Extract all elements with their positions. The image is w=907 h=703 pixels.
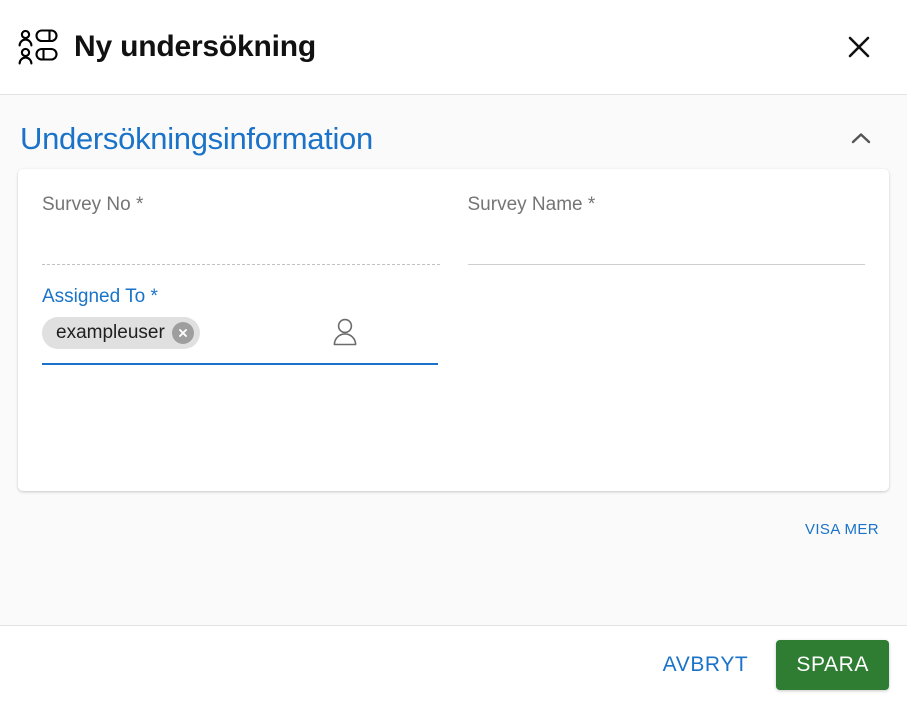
survey-information-card: Survey No * Survey Name * Assigned To * … [18,169,889,491]
assigned-to-field[interactable]: Assigned To * exampleuser [42,287,440,393]
dialog-header: Ny undersökning [0,0,907,95]
assigned-to-chip-row: exampleuser [42,316,440,350]
assigned-to-underline [42,363,438,365]
show-more-row: VISA MER [0,491,907,542]
survey-name-label: Survey Name * [467,194,596,215]
survey-no-column: Survey No * [42,195,440,287]
show-more-link[interactable]: VISA MER [803,517,881,542]
survey-name-field[interactable]: Survey Name * [467,194,866,287]
assigned-to-chip[interactable]: exampleuser [42,317,200,349]
form-row-1: Survey No * Survey Name * [42,195,865,287]
form-row-2: Assigned To * exampleuser [42,287,865,393]
survey-no-underline [42,264,440,265]
survey-information-section-header[interactable]: Undersökningsinformation [0,95,907,169]
survey-name-column: Survey Name * [467,194,866,287]
page-title: Ny undersökning [74,30,317,63]
chip-remove-icon[interactable] [171,322,194,344]
survey-no-value [42,218,440,248]
assigned-to-chip-label: exampleuser [56,322,165,343]
cancel-button[interactable]: AVBRYT [649,643,763,687]
poll-survey-icon [14,24,60,70]
survey-no-field[interactable]: Survey No * [42,195,440,287]
save-button[interactable]: SPARA [776,639,889,690]
dialog-footer: AVBRYT SPARA [0,625,907,703]
dialog-body: Undersökningsinformation Survey No * Sur… [0,95,907,625]
chevron-up-icon[interactable] [841,119,881,159]
assigned-to-column: Assigned To * exampleuser [42,287,440,393]
assigned-to-label: Assigned To * [42,286,158,307]
person-icon[interactable] [328,316,362,350]
survey-name-value [468,218,866,248]
new-survey-dialog: Ny undersökning Undersökningsinformation [0,0,907,703]
close-icon[interactable] [837,25,881,69]
section-title: Undersökningsinformation [20,121,373,156]
survey-no-label: Survey No * [42,194,144,215]
survey-name-underline [467,264,865,265]
assigned-to-empty-column [468,287,866,393]
